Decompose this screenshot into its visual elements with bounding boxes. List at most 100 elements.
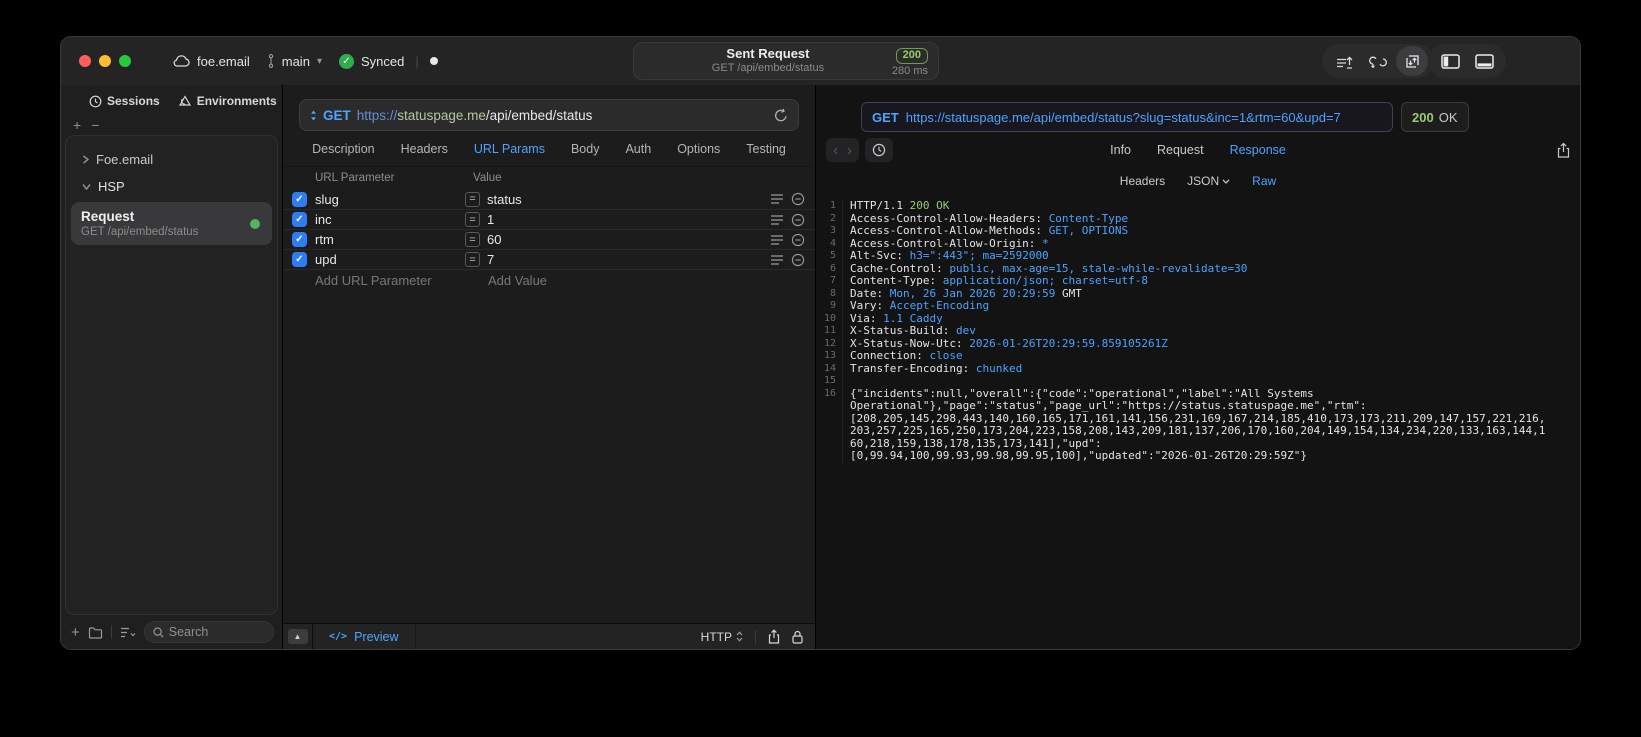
remove-session-button[interactable]: −	[91, 117, 99, 133]
tab-headers[interactable]: Headers	[401, 142, 448, 156]
request-duration: 280 ms	[891, 64, 928, 77]
line-number: 13	[823, 350, 836, 361]
cloud-icon	[173, 55, 190, 67]
remove-row-icon[interactable]	[791, 192, 805, 206]
minimize-window-button[interactable]	[99, 55, 111, 67]
line-number	[816, 400, 842, 413]
request-url-bar[interactable]: GET https://statuspage.me/api/embed/stat…	[299, 99, 799, 131]
sent-request-subtitle: GET /api/embed/status	[711, 62, 825, 75]
remove-row-icon[interactable]	[791, 253, 805, 267]
protocol-label: HTTP	[700, 629, 732, 644]
tab-body[interactable]: Body	[571, 142, 600, 156]
response-status-text: OK	[1438, 109, 1458, 125]
row-options-icon[interactable]	[771, 254, 783, 265]
add-session-button[interactable]: +	[73, 117, 81, 133]
param-row: ✓ upd = 7	[283, 249, 815, 269]
add-param-value-placeholder[interactable]: Add Value	[488, 273, 805, 288]
equals-icon: =	[465, 212, 480, 227]
preview-label: Preview	[354, 629, 399, 644]
param-value[interactable]: 60	[487, 232, 763, 247]
zoom-window-button[interactable]	[119, 55, 131, 67]
sync-loop-icon[interactable]	[1362, 46, 1394, 76]
param-row: ✓ rtm = 60	[283, 229, 815, 249]
method-selector-updown-icon[interactable]	[310, 110, 317, 121]
add-param-name-placeholder[interactable]: Add URL Parameter	[315, 273, 488, 288]
row-options-icon[interactable]	[771, 194, 783, 204]
export-response-icon[interactable]	[1557, 142, 1570, 158]
code-icon: </>	[329, 631, 348, 642]
tab-response[interactable]: Response	[1230, 143, 1286, 157]
project-name[interactable]: foe.email	[197, 54, 250, 69]
response-url: https://statuspage.me/api/embed/status?s…	[905, 109, 1341, 125]
clock-icon	[89, 95, 102, 108]
protocol-selector[interactable]: HTTP	[701, 630, 743, 644]
window-controls	[79, 55, 131, 67]
tab-testing[interactable]: Testing	[746, 142, 786, 156]
row-options-icon[interactable]	[771, 234, 783, 245]
reload-icon[interactable]	[774, 108, 788, 123]
response-url-readout[interactable]: GET https://statuspage.me/api/embed/stat…	[861, 102, 1393, 132]
sort-filter-icon[interactable]	[120, 627, 136, 638]
url-path: /api/embed/status	[485, 107, 593, 123]
param-value[interactable]: 7	[487, 252, 763, 267]
new-folder-icon[interactable]	[88, 626, 103, 639]
row-options-icon[interactable]	[771, 214, 783, 225]
tab-request[interactable]: Request	[1157, 143, 1204, 157]
sidebar-search[interactable]	[143, 621, 274, 643]
param-checkbox[interactable]: ✓	[292, 252, 307, 267]
sync-status[interactable]: Synced	[361, 54, 404, 69]
chevron-down-icon[interactable]: ▾	[317, 56, 322, 67]
line-number	[816, 425, 842, 438]
subtab-headers[interactable]: Headers	[1120, 174, 1165, 188]
response-raw-view[interactable]: 1 HTTP/1.1 200 OK 2 Access-Control-Allow-He…	[816, 194, 1580, 649]
request-status-dot	[250, 218, 260, 229]
remove-row-icon[interactable]	[791, 213, 805, 227]
param-checkbox[interactable]: ✓	[292, 232, 307, 247]
param-row: ✓ slug = status	[283, 189, 815, 209]
param-name[interactable]: rtm	[315, 232, 465, 247]
tab-description[interactable]: Description	[312, 142, 375, 156]
param-value[interactable]: status	[487, 192, 763, 207]
request-method[interactable]: GET	[323, 108, 351, 123]
param-checkbox[interactable]: ✓	[292, 212, 307, 227]
add-request-button[interactable]: +	[71, 624, 80, 641]
branch-name[interactable]: main	[282, 54, 310, 69]
param-name[interactable]: inc	[315, 212, 465, 227]
expand-panel-button[interactable]: ▲	[283, 624, 313, 649]
updown-chevrons-icon	[736, 631, 743, 642]
export-lines-icon[interactable]	[1328, 46, 1360, 76]
param-value[interactable]: 1	[487, 212, 763, 227]
param-name[interactable]: upd	[315, 252, 465, 267]
tab-sessions[interactable]: Sessions	[89, 94, 160, 108]
remove-row-icon[interactable]	[791, 233, 805, 247]
tree-group-hsp[interactable]: HSP	[66, 173, 277, 200]
tree-group-foe-email[interactable]: Foe.email	[66, 146, 277, 173]
tab-info[interactable]: Info	[1110, 143, 1131, 157]
tab-environments[interactable]: Environments	[178, 94, 277, 108]
sent-request-summary[interactable]: Sent Request GET /api/embed/status 200 2…	[633, 42, 939, 80]
search-icon	[153, 626, 164, 638]
code-line: 14 Transfer-Encoding: chunked	[816, 362, 1580, 375]
bottom-panel-layout-icon[interactable]	[1468, 46, 1500, 76]
param-name[interactable]: slug	[315, 192, 465, 207]
tab-url-params[interactable]: URL Params	[474, 142, 545, 156]
tab-options[interactable]: Options	[677, 142, 720, 156]
search-input[interactable]	[168, 625, 265, 639]
sidebar-layout-icon[interactable]	[1434, 46, 1466, 76]
request-list-item-selected[interactable]: Request GET /api/embed/status	[71, 202, 272, 245]
toolbar-actions-group	[1322, 44, 1434, 78]
close-window-button[interactable]	[79, 55, 91, 67]
share-icon[interactable]	[768, 629, 780, 644]
synced-check-icon: ✓	[338, 53, 354, 69]
param-checkbox[interactable]: ✓	[292, 191, 307, 207]
add-param-row[interactable]: Add URL Parameter Add Value	[283, 269, 815, 291]
import-export-window-icon[interactable]	[1396, 46, 1428, 76]
tab-auth[interactable]: Auth	[625, 142, 651, 156]
subtab-json[interactable]: JSON	[1187, 174, 1230, 188]
preview-button[interactable]: </> Preview	[313, 624, 416, 649]
lock-icon[interactable]	[792, 630, 803, 644]
subtab-raw[interactable]: Raw	[1252, 174, 1276, 188]
request-item-title: Request	[81, 209, 135, 224]
request-tabs: Description Headers URL Params Body Auth Opti…	[283, 131, 815, 167]
response-status-badge: 200 OK	[1401, 102, 1469, 132]
